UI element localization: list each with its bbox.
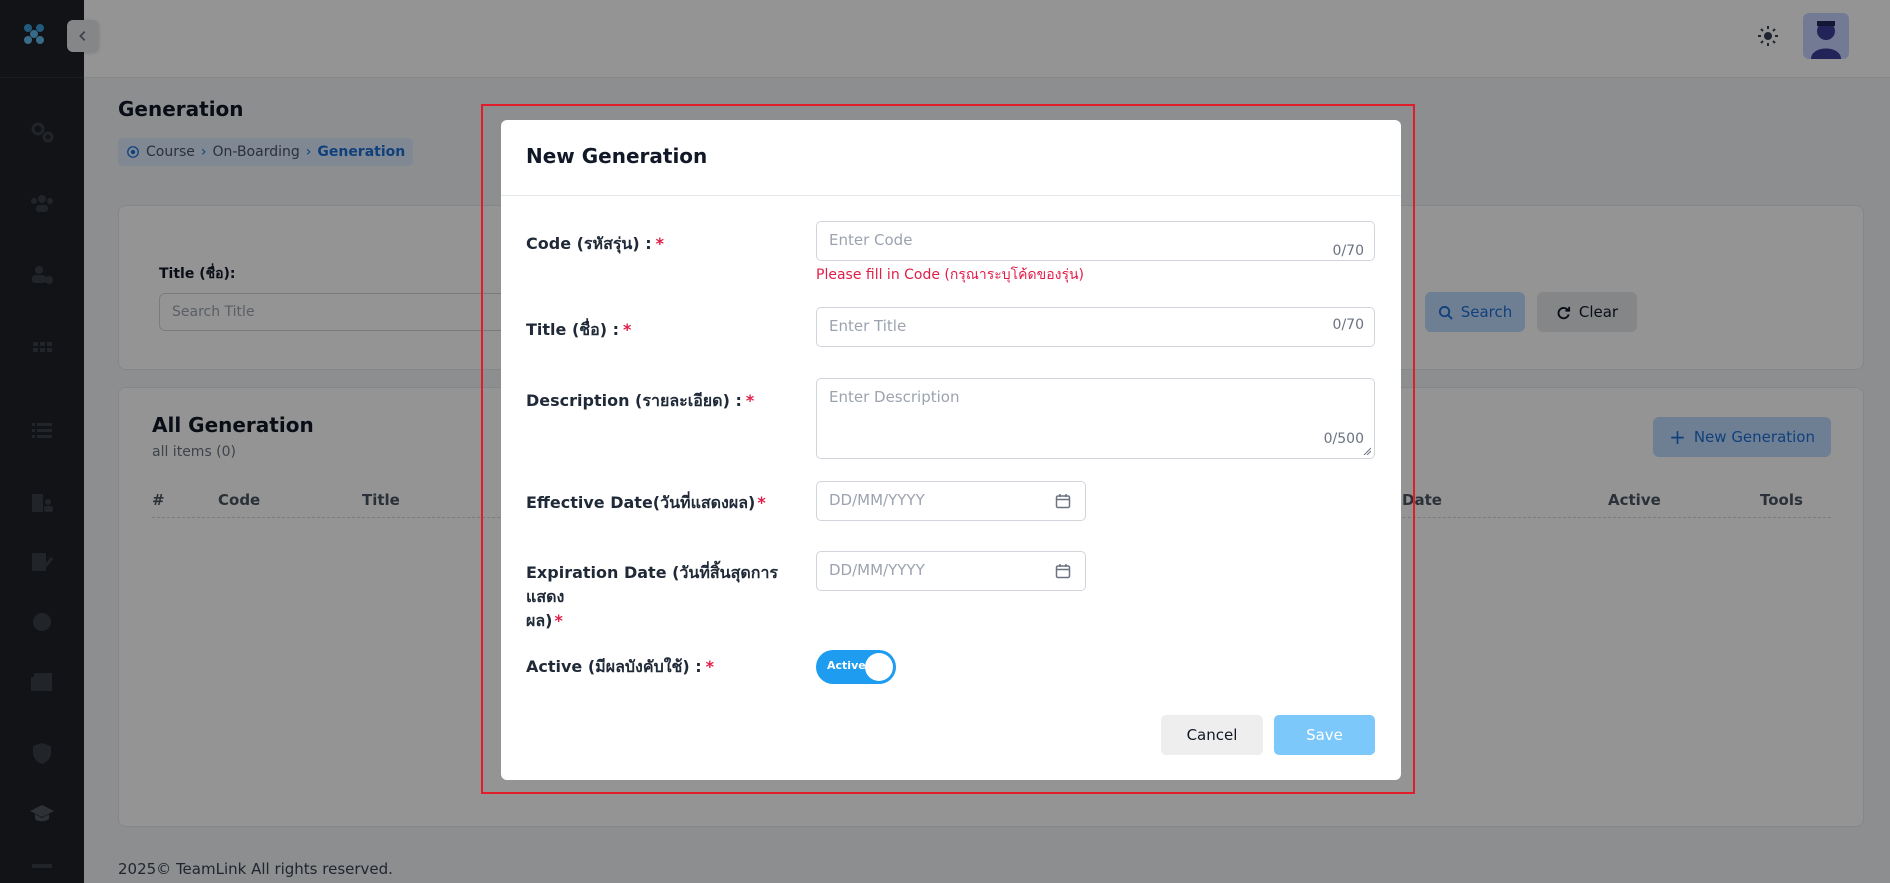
calendar-icon[interactable] xyxy=(1055,563,1071,579)
code-error-message: Please fill in Code (กรุณาระบุโค้ดของรุ่… xyxy=(816,267,1085,283)
resize-handle-icon[interactable] xyxy=(1363,447,1371,455)
code-input[interactable]: Enter Code 0/70 xyxy=(816,221,1375,261)
toggle-knob xyxy=(865,653,893,681)
active-field-label: Active (มีผลบังคับใช้) : * xyxy=(526,655,714,679)
description-field-label: Description (รายละเอียด) : * xyxy=(526,389,754,413)
effective-date-label-text: Effective Date(วันที่แสดงผล) xyxy=(526,493,756,512)
modal-divider xyxy=(501,195,1401,196)
required-mark: * xyxy=(655,234,665,253)
calendar-icon[interactable] xyxy=(1055,493,1071,509)
title-label-text: Title (ชื่อ) : xyxy=(526,320,620,339)
new-generation-modal: New Generation Code (รหัสรุ่น) : * Enter … xyxy=(501,120,1401,780)
description-char-count: 0/500 xyxy=(1323,431,1364,447)
active-label-text: Active (มีผลบังคับใช้) : xyxy=(526,657,702,676)
code-field-label: Code (รหัสรุ่น) : * xyxy=(526,232,664,256)
active-toggle-text: Active xyxy=(827,659,866,672)
expiration-date-label-line2: ผล) xyxy=(526,611,553,630)
expiration-date-picker[interactable]: DD/MM/YYYY xyxy=(816,551,1086,591)
effective-date-picker[interactable]: DD/MM/YYYY xyxy=(816,481,1086,521)
description-textarea[interactable]: Enter Description 0/500 xyxy=(816,378,1375,459)
code-char-count: 0/70 xyxy=(1332,243,1364,259)
modal-title: New Generation xyxy=(526,144,708,168)
required-mark: * xyxy=(745,391,755,410)
description-placeholder: Enter Description xyxy=(829,388,960,406)
title-input[interactable]: Enter Title 0/70 xyxy=(816,307,1375,347)
code-placeholder: Enter Code xyxy=(829,231,913,249)
cancel-button-label: Cancel xyxy=(1186,726,1238,744)
required-mark: * xyxy=(623,320,632,339)
code-label-text: Code (รหัสรุ่น) : xyxy=(526,234,652,253)
title-char-count: 0/70 xyxy=(1332,317,1364,333)
expiration-date-placeholder: DD/MM/YYYY xyxy=(829,561,925,579)
expiration-date-label-line1: Expiration Date (วันที่สิ้นสุดการแสดง xyxy=(526,563,779,606)
required-mark: * xyxy=(757,493,766,512)
required-mark: * xyxy=(554,611,563,630)
expiration-date-label: Expiration Date (วันที่สิ้นสุดการแสดง ผล… xyxy=(526,561,796,633)
required-mark: * xyxy=(705,657,715,676)
save-button[interactable]: Save xyxy=(1274,715,1375,755)
description-label-text: Description (รายละเอียด) : xyxy=(526,391,742,410)
effective-date-placeholder: DD/MM/YYYY xyxy=(829,491,925,509)
effective-date-label: Effective Date(วันที่แสดงผล) * xyxy=(526,491,766,515)
active-toggle[interactable]: Active xyxy=(816,650,896,684)
title-field-label: Title (ชื่อ) : * xyxy=(526,318,631,342)
save-button-label: Save xyxy=(1306,726,1343,744)
cancel-button[interactable]: Cancel xyxy=(1161,715,1263,755)
title-placeholder: Enter Title xyxy=(829,317,907,335)
